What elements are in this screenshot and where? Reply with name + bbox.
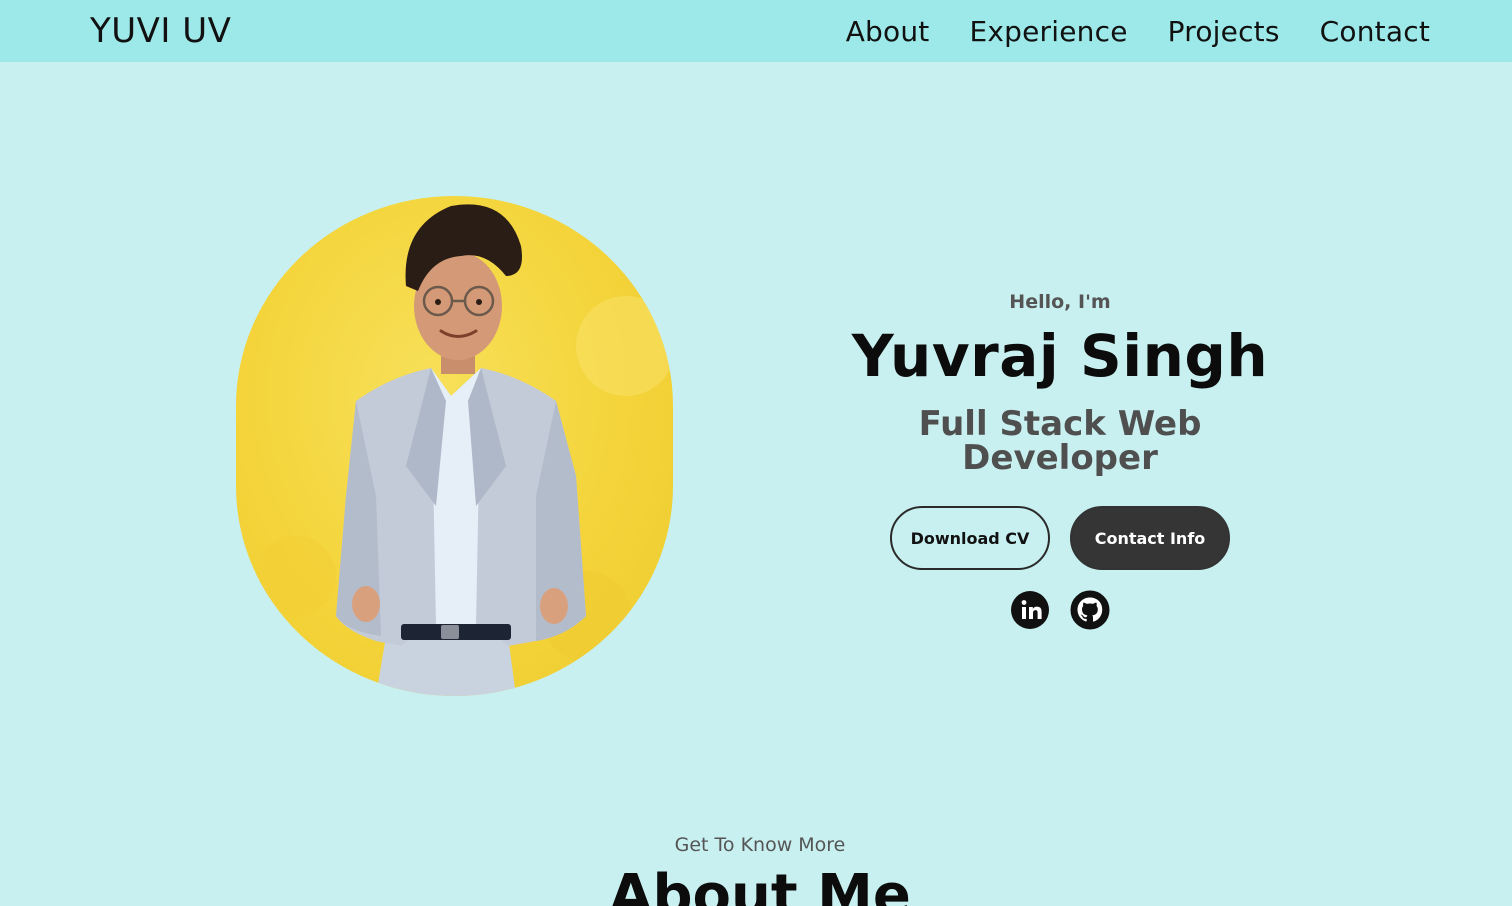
about-title: About Me: [609, 863, 911, 906]
profile-photo: [236, 196, 673, 696]
nav-item-experience: Experience: [970, 15, 1128, 48]
nav-link-about[interactable]: About: [846, 15, 930, 48]
nav-item-contact: Contact: [1320, 15, 1430, 48]
greeting-text: Hello, I'm: [1009, 291, 1111, 313]
github-icon[interactable]: [1070, 590, 1110, 630]
nav-item-about: About: [846, 15, 930, 48]
nav-item-projects: Projects: [1168, 15, 1280, 48]
hero-role: Full Stack Web Developer: [918, 404, 1202, 478]
nav-link-contact[interactable]: Contact: [1320, 15, 1430, 48]
hero-section: Hello, I'm Yuvraj Singh Full Stack Web D…: [820, 285, 1300, 630]
contact-info-button[interactable]: Contact Info: [1070, 506, 1230, 570]
profile-photo-illustration: [256, 204, 673, 696]
linkedin-icon[interactable]: [1010, 590, 1050, 630]
page: YUVI UV About Experience Projects Contac…: [0, 0, 1512, 906]
site-logo[interactable]: YUVI UV: [90, 11, 231, 51]
nav-links: About Experience Projects Contact: [846, 15, 1430, 48]
hero-buttons: Download CV Contact Info: [820, 506, 1300, 570]
hero-name: Yuvraj Singh: [851, 322, 1269, 390]
nav-link-experience[interactable]: Experience: [970, 15, 1128, 48]
social-links: [820, 590, 1300, 630]
about-subtitle: Get To Know More: [674, 834, 846, 856]
navbar: YUVI UV About Experience Projects Contac…: [0, 0, 1512, 62]
download-cv-button[interactable]: Download CV: [890, 506, 1050, 570]
nav-link-projects[interactable]: Projects: [1168, 15, 1280, 48]
